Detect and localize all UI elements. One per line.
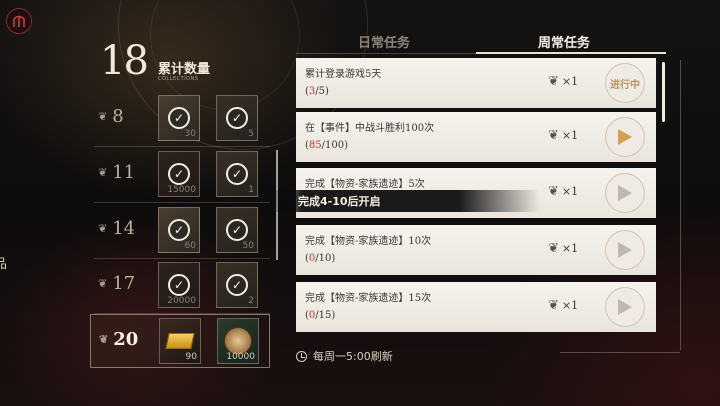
task-reward: ❦ ×1 (548, 74, 579, 89)
back-button[interactable] (6, 8, 32, 34)
go-button[interactable] (605, 173, 645, 213)
mask-icon: ❦ (548, 241, 559, 256)
reward-tile[interactable]: ✓ 30 (158, 95, 200, 141)
side-tab-label[interactable]: 品 (0, 253, 7, 272)
go-button[interactable] (605, 230, 645, 270)
task-reward: ❦ ×1 (548, 184, 579, 199)
task-card: 完成【物资-家族遗迹】10次 (0/10) ❦ ×1 (296, 225, 656, 275)
milestone-row-current: ❦ 20 90 10000 (90, 314, 270, 368)
emblem-icon (13, 15, 25, 27)
mask-icon: ❦ (548, 298, 559, 313)
milestone-threshold: ❦ 8 (98, 106, 124, 127)
task-card: 在【事件】中战斗胜利100次 (85/100) ❦ ×1 (296, 112, 656, 162)
milestone-threshold: ❦ 17 (98, 273, 136, 294)
reward-qty: 1 (248, 185, 254, 195)
mask-icon: ❦ (548, 74, 559, 89)
reward-qty: 20000 (167, 296, 196, 306)
task-name: 累计登录游戏5天 (305, 69, 382, 80)
reward-qty: 30 (184, 129, 196, 139)
collection-subtitle: COLLECTIONS (158, 76, 199, 82)
clock-icon (296, 350, 307, 362)
reward-tile[interactable]: 90 (159, 318, 201, 364)
reward-qty: 10000 (226, 352, 255, 362)
reward-tile[interactable]: ✓ 60 (158, 207, 200, 253)
task-name: 完成【物资-家族遗迹】15次 (305, 293, 432, 304)
task-progress: (85/100) (305, 140, 349, 151)
reward-qty: 5 (248, 129, 254, 139)
check-icon: ✓ (226, 107, 248, 129)
arrow-right-icon (618, 299, 632, 315)
task-reward: ❦ ×1 (548, 298, 579, 313)
collection-title: 累计数量 (158, 62, 211, 77)
reward-qty: 60 (184, 241, 196, 251)
refresh-text: 每周一5:00刷新 (313, 350, 393, 363)
reward-qty: 15000 (167, 185, 196, 195)
task-progress: (0/15) (305, 310, 336, 321)
reward-tile[interactable]: ✓ 20000 (158, 262, 200, 308)
tab-weekly[interactable]: 周常任务 (538, 32, 590, 51)
task-reward: ❦ ×1 (548, 241, 579, 256)
arrow-right-icon (618, 185, 632, 201)
collection-count: 18 (100, 38, 149, 84)
go-button[interactable] (605, 287, 645, 327)
milestone-threshold: ❦ 20 (99, 329, 139, 350)
reward-qty: 2 (248, 296, 254, 306)
mask-icon: ❦ (98, 277, 108, 290)
task-name: 完成【物资-家族遗迹】10次 (305, 236, 432, 247)
locked-banner: 完成4-10后开启 (270, 190, 540, 212)
reward-tile[interactable]: ✓ 50 (216, 207, 258, 253)
row-divider (94, 146, 270, 147)
task-reward: ❦ ×1 (548, 128, 579, 143)
tab-daily[interactable]: 日常任务 (358, 32, 410, 51)
check-icon: ✓ (226, 274, 248, 296)
gold-ingot-icon (165, 333, 195, 349)
milestone-row: ❦ 17 ✓ 20000 ✓ 2 (90, 259, 270, 314)
task-progress: (3/5) (305, 86, 329, 97)
milestone-threshold: ❦ 14 (98, 218, 136, 239)
reward-tile[interactable]: ✓ 5 (216, 95, 258, 141)
task-card: 累计登录游戏5天 (3/5) ❦ ×1 进行中 (296, 58, 656, 108)
reward-tile[interactable]: ✓ 2 (216, 262, 258, 308)
reward-tile[interactable]: ✓ 1 (216, 151, 258, 197)
go-button[interactable] (605, 117, 645, 157)
task-progress: (0/10) (305, 253, 336, 264)
check-icon: ✓ (168, 163, 190, 185)
mask-icon: ❦ (548, 184, 559, 199)
reward-tile[interactable]: 10000 (217, 318, 259, 364)
reward-qty: 90 (185, 352, 197, 362)
frame-line (560, 352, 680, 353)
task-card: 完成【物资-家族遗迹】15次 (0/15) ❦ ×1 (296, 282, 656, 332)
row-divider (94, 202, 270, 203)
tab-active-indicator (476, 52, 666, 54)
check-icon: ✓ (168, 107, 190, 129)
scrollbar[interactable] (662, 62, 665, 122)
bronze-coin-icon (224, 327, 252, 355)
in-progress-button[interactable]: 进行中 (605, 63, 645, 103)
frame-line (680, 60, 681, 350)
mask-icon: ❦ (99, 333, 109, 346)
task-tabs: 日常任务 周常任务 (296, 30, 666, 54)
reward-tile[interactable]: ✓ 15000 (158, 151, 200, 197)
task-name: 在【事件】中战斗胜利100次 (305, 123, 435, 134)
check-icon: ✓ (226, 219, 248, 241)
mask-icon: ❦ (98, 222, 108, 235)
mask-icon: ❦ (98, 166, 108, 179)
check-icon: ✓ (226, 163, 248, 185)
check-icon: ✓ (168, 274, 190, 296)
arrow-right-icon (618, 129, 632, 145)
refresh-notice: 每周一5:00刷新 (296, 348, 393, 364)
milestone-row: ❦ 14 ✓ 60 ✓ 50 (90, 204, 270, 259)
check-icon: ✓ (168, 219, 190, 241)
milestone-threshold: ❦ 11 (98, 162, 136, 183)
task-name: 完成【物资-家族遗迹】5次 (305, 179, 425, 190)
arrow-right-icon (618, 242, 632, 258)
milestone-row: ❦ 11 ✓ 15000 ✓ 1 (90, 148, 270, 203)
mask-icon: ❦ (98, 110, 108, 123)
reward-qty: 50 (242, 241, 254, 251)
milestone-row: ❦ 8 ✓ 30 ✓ 5 (90, 92, 270, 147)
mask-icon: ❦ (548, 128, 559, 143)
